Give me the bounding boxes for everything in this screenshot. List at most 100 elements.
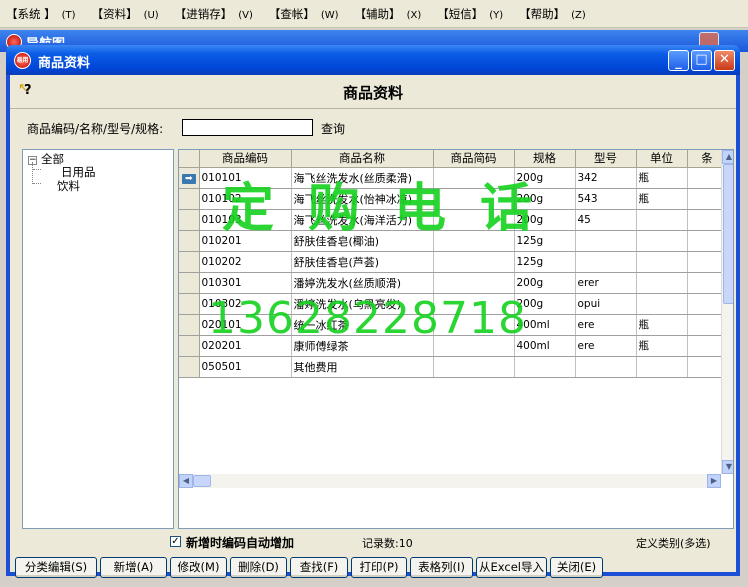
scroll-up-icon[interactable]: ▲ [722,150,733,164]
row-indicator [179,209,200,231]
cell[interactable] [575,251,637,273]
tree-connector [33,169,41,170]
menu-accounts[interactable]: 【查帐】 (W) [269,6,339,22]
minimize-button[interactable]: _ [668,50,689,71]
cell[interactable] [575,356,637,378]
table-header: 商品编码 商品名称 商品简码 规格 型号 单位 条 [179,150,728,168]
cell[interactable] [514,356,576,378]
search-button[interactable]: 查询 [321,120,345,137]
table-columns-button[interactable]: 表格列(I) [410,557,473,578]
cell[interactable]: 125g [514,251,576,273]
row-indicator [179,230,200,252]
maximize-button[interactable]: □ [691,50,712,71]
menu-bar: 【系统 】 (T) 【资料】 (U) 【进销存】 (V) 【查帐】 (W) 【辅助】 (X… [0,0,748,28]
scroll-right-icon[interactable]: ▶ [707,474,721,488]
cell[interactable]: 200g [514,272,576,294]
scroll-thumb[interactable] [723,164,733,304]
menu-data[interactable]: 【资料】 (U) [92,6,159,22]
menu-help[interactable]: 【帮助】 (Z) [519,6,586,22]
cell[interactable] [636,293,688,315]
cell[interactable] [636,272,688,294]
search-input[interactable] [182,119,313,136]
tree-item-all[interactable]: − 全部 [28,151,64,167]
cell[interactable]: 543 [575,188,637,210]
watermark-text: 定购电话 [222,179,567,239]
auto-code-checkbox[interactable]: ✓ [170,536,181,547]
row-indicator [179,272,200,294]
menu-sms[interactable]: 【短信】 (Y) [437,6,503,22]
column-header[interactable]: 型号 [575,150,637,168]
auto-code-label[interactable]: 新增时编码自动增加 [186,534,294,551]
cell[interactable]: 010301 [199,272,292,294]
window-titlebar[interactable]: 易用 商品资料 _ □ ✕ [6,45,740,75]
cell[interactable]: 瓶 [636,335,688,357]
column-header[interactable]: 商品编码 [199,150,292,168]
cell[interactable] [433,251,515,273]
cell[interactable]: 潘婷洗发水(丝质顺滑) [291,272,434,294]
cell[interactable]: 45 [575,209,637,231]
cell[interactable]: 342 [575,167,637,189]
cell[interactable]: 050501 [199,356,292,378]
row-indicator: ➡ [179,167,200,189]
heading-band: ↖ ? 商品资料 [10,75,736,109]
horizontal-scrollbar[interactable]: ◀ ▶ [179,474,721,488]
column-header[interactable]: 商品名称 [291,150,434,168]
excel-import-button[interactable]: 从Excel导入 [476,557,547,578]
category-tree: − 全部 日用品 饮料 [22,149,174,529]
button-bar: 分类编辑(S) 新增(A) 修改(M) 删除(D) 查找(F) 打印(P) 表格… [10,553,736,578]
scroll-left-icon[interactable]: ◀ [179,474,193,488]
scroll-thumb[interactable] [193,475,211,487]
cell[interactable]: 010202 [199,251,292,273]
cell[interactable]: 瓶 [636,314,688,336]
add-button[interactable]: 新增(A) [100,557,167,578]
cell[interactable]: 瓶 [636,167,688,189]
column-header[interactable]: 单位 [636,150,688,168]
category-edit-button[interactable]: 分类编辑(S) [15,557,97,578]
scroll-down-icon[interactable]: ▼ [722,460,733,474]
table-row[interactable]: 050501 其他费用 [179,356,728,378]
delete-button[interactable]: 删除(D) [230,557,287,578]
cell[interactable]: opui [575,293,637,315]
cell[interactable]: 舒肤佳香皂(芦荟) [291,251,434,273]
minimize-icon: _ [675,55,682,70]
cell[interactable]: 瓶 [636,188,688,210]
tree-item-beverage[interactable]: 饮料 [57,178,80,194]
window-title: 商品资料 [38,56,91,71]
background-window-title: 导航图 [26,33,66,43]
cell[interactable]: ere [575,335,637,357]
search-label: 商品编码/名称/型号/规格: [27,122,164,136]
define-category-link[interactable]: 定义类别(多选) [636,535,711,551]
cell[interactable] [636,230,688,252]
cell[interactable] [636,209,688,231]
cell[interactable]: erer [575,272,637,294]
row-indicator [179,314,200,336]
close-icon: ✕ [719,52,730,67]
print-button[interactable]: 打印(P) [351,557,407,578]
watermark-phone: 13628228718 [208,293,527,344]
app-icon: 易用 [14,52,31,69]
find-button[interactable]: 查找(F) [290,557,348,578]
vertical-scrollbar[interactable]: ▲ ▼ [721,150,733,474]
cell[interactable] [636,251,688,273]
cell[interactable]: 其他费用 [291,356,434,378]
current-row-arrow-icon: ➡ [181,173,196,184]
close-dialog-button[interactable]: 关闭(E) [550,557,603,578]
cell[interactable] [433,272,515,294]
cell[interactable] [636,356,688,378]
page-title: 商品资料 [342,84,403,102]
column-header[interactable]: 规格 [514,150,576,168]
cell[interactable] [575,230,637,252]
cell[interactable]: ere [575,314,637,336]
table-row[interactable]: 010301 潘婷洗发水(丝质顺滑) 200g erer [179,272,728,294]
edit-button[interactable]: 修改(M) [170,557,227,578]
menu-system[interactable]: 【系统 】 (T) [6,6,76,22]
menu-tools[interactable]: 【辅助】 (X) [355,6,422,22]
close-button[interactable]: ✕ [714,50,735,71]
row-indicator-header [179,150,200,168]
row-indicator [179,251,200,273]
column-header[interactable]: 商品简码 [433,150,515,168]
table-row[interactable]: 010202 舒肤佳香皂(芦荟) 125g [179,251,728,273]
maximize-icon: □ [695,52,708,67]
cell[interactable] [433,356,515,378]
menu-inventory[interactable]: 【进销存】 (V) [175,6,253,22]
